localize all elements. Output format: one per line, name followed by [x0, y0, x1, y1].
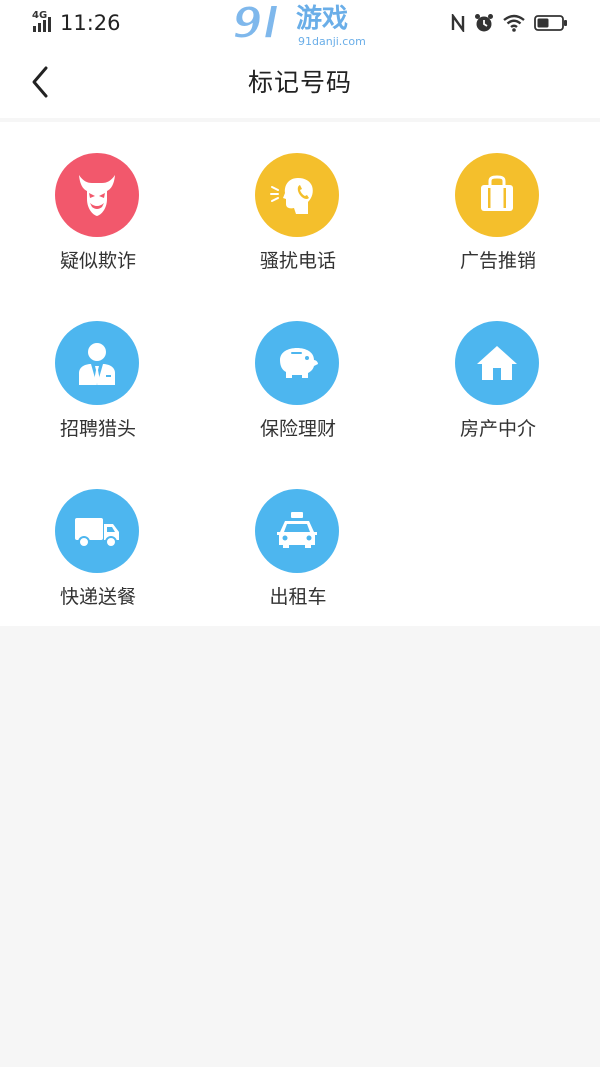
alarm-icon	[475, 14, 493, 32]
watermark-text: 游戏	[296, 4, 349, 34]
category-advertising[interactable]: 广告推销	[400, 122, 600, 290]
tag-category-grid: 疑似欺诈 骚扰电话 广告推销 招聘猎头 保险理财 房产中介 快递送餐 出租车	[0, 122, 600, 626]
category-label: 保险理财	[259, 418, 336, 440]
status-time: 11:26	[60, 11, 121, 35]
category-real-estate[interactable]: 房产中介	[400, 290, 600, 458]
category-label: 骚扰电话	[259, 250, 336, 272]
nfc-icon	[451, 14, 465, 32]
category-icon-circle	[455, 153, 539, 237]
category-label: 出租车	[269, 586, 327, 608]
harassing-phone-icon	[270, 178, 313, 214]
piggy-bank-icon	[280, 348, 318, 378]
header-bar: 标记号码	[0, 48, 600, 118]
category-icon-circle	[55, 153, 139, 237]
wifi-icon	[503, 14, 525, 32]
watermark-logo: 9l 游戏 91danji.com	[231, 0, 372, 52]
devil-icon	[79, 175, 115, 216]
battery-icon	[534, 15, 567, 31]
status-icons	[451, 12, 568, 34]
house-icon	[477, 346, 517, 380]
category-harassment[interactable]: 骚扰电话	[200, 122, 400, 290]
category-icon-circle	[255, 489, 339, 573]
category-label: 房产中介	[459, 418, 536, 440]
category-fraud[interactable]: 疑似欺诈	[0, 122, 200, 290]
category-icon-circle	[255, 153, 339, 237]
delivery-truck-icon	[75, 518, 119, 548]
signal-icon	[33, 17, 51, 32]
category-taxi[interactable]: 出租车	[200, 458, 400, 626]
category-label: 快递送餐	[59, 586, 136, 608]
shopping-bag-icon	[481, 175, 513, 211]
page-title: 标记号码	[247, 68, 352, 97]
category-icon-circle	[55, 489, 139, 573]
category-label: 招聘猎头	[59, 418, 136, 440]
category-label: 疑似欺诈	[59, 250, 136, 272]
category-insurance[interactable]: 保险理财	[200, 290, 400, 458]
category-icon-circle	[455, 321, 539, 405]
category-label: 广告推销	[459, 250, 536, 272]
taxi-icon	[277, 512, 317, 548]
category-icon-circle	[55, 321, 139, 405]
category-delivery[interactable]: 快递送餐	[0, 458, 200, 626]
category-recruitment[interactable]: 招聘猎头	[0, 290, 200, 458]
status-bar: 4G 11:26 9l 游戏 91danji.com	[0, 0, 600, 50]
watermark-url: 91danji.com	[298, 35, 366, 48]
category-icon-circle	[255, 321, 339, 405]
businessman-icon	[79, 343, 115, 385]
watermark-number: 9l	[231, 0, 279, 50]
